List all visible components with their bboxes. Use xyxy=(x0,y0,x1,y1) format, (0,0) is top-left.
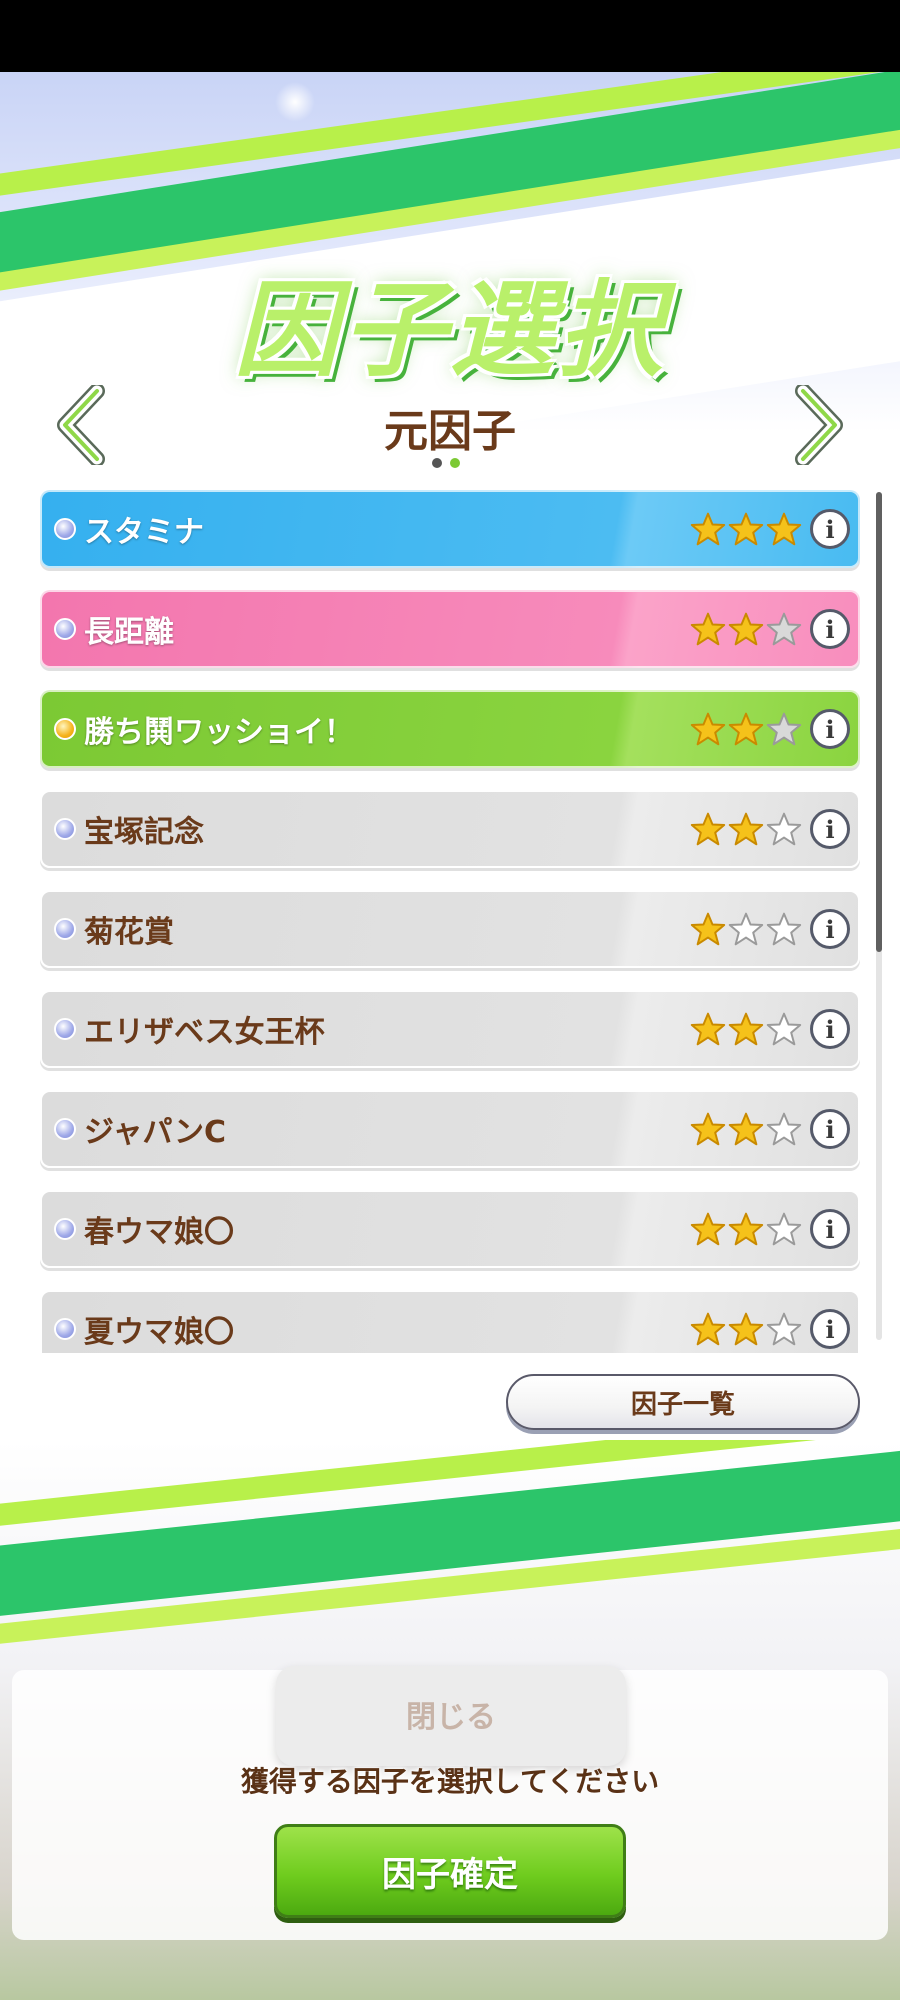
factor-label: ジャパンC xyxy=(84,1115,227,1150)
info-icon[interactable]: i xyxy=(810,509,850,549)
page-dot xyxy=(432,458,442,468)
factor-list-button[interactable]: 因子一覧 xyxy=(506,1374,860,1430)
next-page-button[interactable] xyxy=(790,385,850,465)
info-icon[interactable]: i xyxy=(810,909,850,949)
factor-row[interactable]: 長距離 i xyxy=(40,590,860,668)
factor-label: 春ウマ娘〇 xyxy=(84,1215,234,1250)
star-filled-icon xyxy=(690,512,726,546)
factor-label: 勝ち鬨ワッショイ！ xyxy=(84,715,354,750)
factor-label: エリザベス女王杯 xyxy=(84,1015,325,1050)
star-empty-icon xyxy=(766,712,802,746)
star-empty-icon xyxy=(766,612,802,646)
star-filled-icon xyxy=(690,1312,726,1346)
factor-label: 菊花賞 xyxy=(84,915,174,950)
factor-row[interactable]: 宝塚記念 i xyxy=(40,790,860,868)
info-icon[interactable]: i xyxy=(810,1209,850,1249)
star-empty-icon xyxy=(766,1012,802,1046)
star-filled-icon xyxy=(728,612,764,646)
prev-page-button[interactable] xyxy=(50,385,110,465)
factor-rating xyxy=(690,911,802,947)
factor-bullet-icon xyxy=(54,818,76,840)
star-filled-icon xyxy=(728,1212,764,1246)
factor-list[interactable]: スタミナ i 長距離 i 勝ち鬨ワッショイ！ i 宝塚記念 i 菊花賞 i エリザベス女王杯 i ジャパ… xyxy=(40,490,860,1353)
factor-rating xyxy=(690,1211,802,1247)
factor-rating xyxy=(690,1111,802,1147)
star-filled-icon xyxy=(728,1312,764,1346)
star-filled-icon xyxy=(690,812,726,846)
factor-label: 長距離 xyxy=(84,615,174,650)
factor-bullet-icon xyxy=(54,918,76,940)
factor-row[interactable]: スタミナ i xyxy=(40,490,860,568)
star-empty-icon xyxy=(728,912,764,946)
star-filled-icon xyxy=(690,612,726,646)
factor-rating xyxy=(690,1311,802,1347)
factor-label: 夏ウマ娘〇 xyxy=(84,1315,234,1350)
factor-bullet-icon xyxy=(54,1118,76,1140)
factor-row[interactable]: ジャパンC i xyxy=(40,1090,860,1168)
section-title: 元因子 xyxy=(384,406,516,457)
chevron-left-icon xyxy=(57,385,105,465)
info-icon[interactable]: i xyxy=(810,809,850,849)
factor-rating xyxy=(690,611,802,647)
factor-rating xyxy=(690,711,802,747)
scrollbar-thumb[interactable] xyxy=(876,492,882,952)
background-close-label: 閉じる xyxy=(406,1700,496,1735)
star-filled-icon xyxy=(728,1012,764,1046)
info-icon[interactable]: i xyxy=(810,609,850,649)
star-filled-icon xyxy=(766,512,802,546)
factor-bullet-icon xyxy=(54,1018,76,1040)
star-filled-icon xyxy=(728,512,764,546)
star-empty-icon xyxy=(766,1212,802,1246)
factor-label: スタミナ xyxy=(84,515,204,550)
factor-bullet-icon xyxy=(54,718,76,740)
star-empty-icon xyxy=(766,1112,802,1146)
factor-row[interactable]: 菊花賞 i xyxy=(40,890,860,968)
star-filled-icon xyxy=(728,812,764,846)
factor-label: 宝塚記念 xyxy=(84,815,204,850)
info-icon[interactable]: i xyxy=(810,1009,850,1049)
factor-rating xyxy=(690,811,802,847)
star-empty-icon xyxy=(766,1312,802,1346)
factor-bullet-icon xyxy=(54,1318,76,1340)
page-indicator xyxy=(432,458,460,468)
star-filled-icon xyxy=(690,912,726,946)
chevron-right-icon xyxy=(795,385,843,465)
factor-row[interactable]: 夏ウマ娘〇 i xyxy=(40,1290,860,1353)
info-icon[interactable]: i xyxy=(810,1109,850,1149)
star-filled-icon xyxy=(690,1112,726,1146)
factor-bullet-icon xyxy=(54,618,76,640)
star-filled-icon xyxy=(690,1212,726,1246)
factor-bullet-icon xyxy=(54,1218,76,1240)
star-filled-icon xyxy=(728,1112,764,1146)
page-title: 因子選択 xyxy=(233,269,666,391)
star-empty-icon xyxy=(766,812,802,846)
star-filled-icon xyxy=(690,1012,726,1046)
star-filled-icon xyxy=(690,712,726,746)
factor-rating xyxy=(690,511,802,547)
star-filled-icon xyxy=(728,712,764,746)
instruction-text: 獲得する因子を選択してください xyxy=(240,1765,660,1798)
factor-rating xyxy=(690,1011,802,1047)
star-empty-icon xyxy=(766,912,802,946)
sparkle-decoration xyxy=(275,82,315,122)
status-bar xyxy=(0,0,900,72)
factor-row[interactable]: エリザベス女王杯 i xyxy=(40,990,860,1068)
factor-row[interactable]: 勝ち鬨ワッショイ！ i xyxy=(40,690,860,768)
factor-bullet-icon xyxy=(54,518,76,540)
page-dot-active xyxy=(450,458,460,468)
factor-row[interactable]: 春ウマ娘〇 i xyxy=(40,1190,860,1268)
confirm-factor-button[interactable]: 因子確定 xyxy=(274,1824,626,1918)
info-icon[interactable]: i xyxy=(810,1309,850,1349)
info-icon[interactable]: i xyxy=(810,709,850,749)
